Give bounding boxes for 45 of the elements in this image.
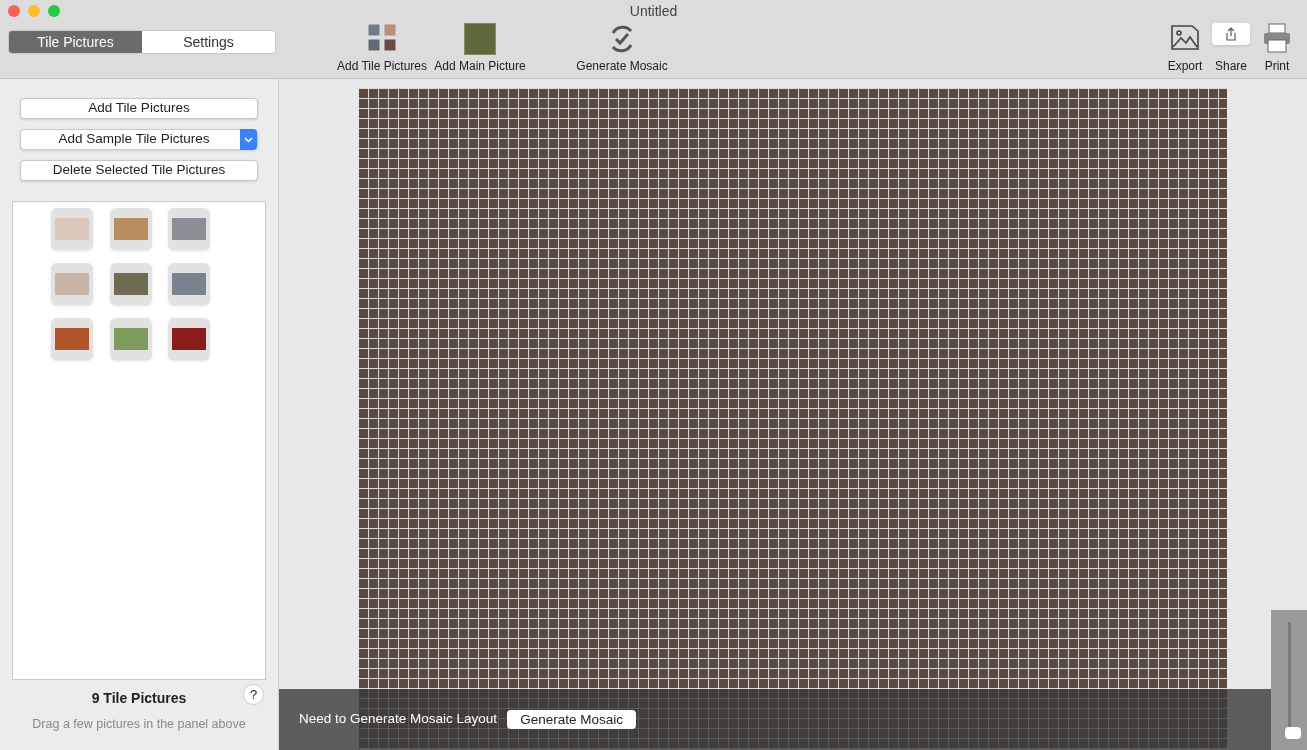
toolbar-button[interactable]: Add Tile Pictures xyxy=(336,23,428,75)
photo-placeholder xyxy=(113,328,148,350)
tile-count: 9 Tile Pictures xyxy=(91,689,187,708)
painting-thumbnail xyxy=(464,23,496,55)
tile-thumbnail[interactable] xyxy=(51,318,93,360)
photo-placeholder xyxy=(172,328,207,350)
tab[interactable]: Settings xyxy=(142,31,275,53)
photo-placeholder xyxy=(55,218,89,240)
banner-message: Need to Generate Mosaic Layout xyxy=(299,710,498,729)
photo-placeholder xyxy=(172,218,207,240)
photo-placeholder xyxy=(113,273,148,295)
share-icon xyxy=(1212,23,1250,45)
sidebar-button[interactable]: Delete Selected Tile Pictures xyxy=(20,160,258,181)
toolbar-button[interactable]: Generate Mosaic xyxy=(576,23,668,75)
chevron-down-icon xyxy=(240,129,257,150)
help-button[interactable]: ? xyxy=(243,684,264,705)
slider-thumb[interactable] xyxy=(1284,727,1301,740)
photo-placeholder xyxy=(55,328,89,350)
image-export-icon xyxy=(1170,23,1200,51)
tile-thumbnail[interactable] xyxy=(168,208,211,250)
tile-thumbnail[interactable] xyxy=(51,208,93,250)
photo-placeholder xyxy=(55,273,89,295)
hint-text: Drag a few pictures in the panel above xyxy=(31,716,247,733)
printer-icon xyxy=(1262,23,1292,53)
close-button[interactable] xyxy=(8,5,20,17)
sidebar-button[interactable]: Add Tile Pictures xyxy=(20,98,258,119)
tile-thumbnail[interactable] xyxy=(168,318,211,360)
tile-thumbnail[interactable] xyxy=(109,208,152,250)
photo-placeholder xyxy=(172,273,207,295)
toolbar-button[interactable]: Add Main Picture xyxy=(434,23,526,75)
toolbar-button[interactable]: Share xyxy=(1211,23,1251,75)
zoom-button[interactable] xyxy=(48,5,60,17)
photo-grid-icon xyxy=(366,23,398,53)
toolbar-button[interactable]: Export xyxy=(1165,23,1205,75)
popup-button[interactable]: Add Sample Tile Pictures xyxy=(20,129,258,150)
toolbar-button[interactable]: Print xyxy=(1257,23,1297,75)
photo-placeholder xyxy=(113,218,148,240)
generate-mosaic-button[interactable]: Generate Mosaic xyxy=(507,710,636,729)
tile-thumbnail[interactable] xyxy=(109,318,152,360)
tile-thumbnail[interactable] xyxy=(51,263,93,305)
tile-thumbnail[interactable] xyxy=(168,263,211,305)
window-title: Untitled xyxy=(629,1,678,21)
tab[interactable]: Tile Pictures xyxy=(9,31,142,53)
zoom-slider[interactable] xyxy=(1271,610,1307,750)
tile-thumbnail[interactable] xyxy=(109,263,152,305)
